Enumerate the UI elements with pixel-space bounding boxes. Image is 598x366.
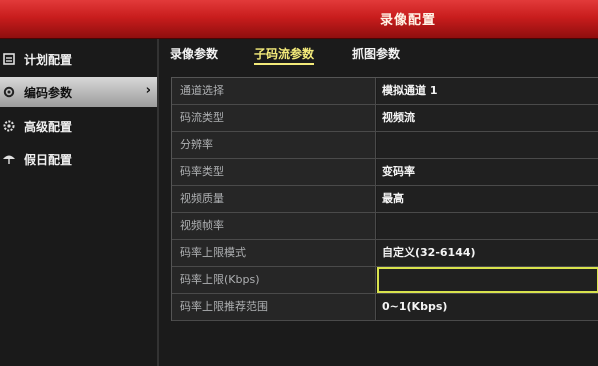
tab-substream-params[interactable]: 子码流参数	[254, 45, 315, 65]
form-row-recommended-range: 码率上限推荐范围 0~1(Kbps)	[172, 294, 598, 321]
frame-rate-select[interactable]	[377, 213, 598, 239]
umbrella-icon	[3, 155, 15, 164]
gear-icon	[3, 86, 15, 98]
form-row-video-quality: 视频质量 最高	[172, 186, 598, 213]
sidebar-item-label: 编码参数	[24, 86, 73, 100]
sidebar: 计划配置 编码参数 › 高级配置 假日配置	[0, 39, 159, 366]
bitrate-type-label: 码率类型	[172, 159, 376, 185]
form-row-bitrate-type: 码率类型 变码率	[172, 159, 598, 186]
form-row-max-bitrate: 码率上限(Kbps)	[172, 267, 598, 294]
settings-icon	[3, 120, 15, 132]
channel-label: 通道选择	[172, 78, 376, 104]
form-row-frame-rate: 视频帧率	[172, 213, 598, 240]
tab-record-params[interactable]: 录像参数	[170, 45, 218, 62]
sidebar-item-encoding[interactable]: 编码参数 ›	[0, 77, 157, 107]
sidebar-item-holiday[interactable]: 假日配置	[0, 144, 157, 174]
resolution-select[interactable]	[377, 132, 598, 158]
stream-type-select[interactable]: 视频流	[377, 105, 598, 131]
sidebar-item-schedule[interactable]: 计划配置	[0, 44, 157, 74]
frame-rate-label: 视频帧率	[172, 213, 376, 239]
sidebar-item-label: 高级配置	[24, 120, 73, 134]
chevron-right-icon: ›	[145, 83, 151, 98]
stream-type-label: 码流类型	[172, 105, 376, 131]
video-quality-label: 视频质量	[172, 186, 376, 212]
recommended-range-label: 码率上限推荐范围	[172, 294, 376, 320]
form-row-max-bitrate-mode: 码率上限模式 自定义(32-6144)	[172, 240, 598, 267]
title-bar: 录像配置	[0, 0, 598, 39]
max-bitrate-mode-label: 码率上限模式	[172, 240, 376, 266]
channel-select[interactable]: 模拟通道 1	[377, 78, 598, 104]
form-row-channel: 通道选择 模拟通道 1	[172, 78, 598, 105]
max-bitrate-mode-select[interactable]: 自定义(32-6144)	[377, 240, 598, 266]
window-title: 录像配置	[380, 13, 437, 28]
tab-snapshot-params[interactable]: 抓图参数	[352, 45, 400, 62]
settings-form: 通道选择 模拟通道 1 码流类型 视频流 分辨率 码率类型 变码率 视频质量 最…	[171, 77, 598, 321]
form-row-stream-type: 码流类型 视频流	[172, 105, 598, 132]
sidebar-item-advanced[interactable]: 高级配置	[0, 111, 157, 141]
sidebar-item-label: 计划配置	[24, 53, 73, 67]
calendar-icon	[3, 53, 15, 65]
resolution-label: 分辨率	[172, 132, 376, 158]
bitrate-type-select[interactable]: 变码率	[377, 159, 598, 185]
video-quality-select[interactable]: 最高	[377, 186, 598, 212]
max-bitrate-input[interactable]	[377, 267, 598, 293]
max-bitrate-label: 码率上限(Kbps)	[172, 267, 376, 293]
form-row-resolution: 分辨率	[172, 132, 598, 159]
recommended-range-value: 0~1(Kbps)	[377, 294, 598, 320]
sidebar-item-label: 假日配置	[24, 153, 73, 167]
